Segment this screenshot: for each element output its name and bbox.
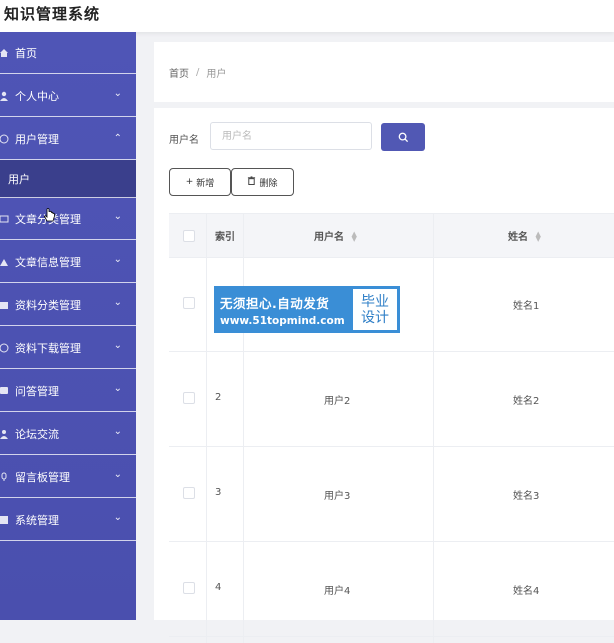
- breadcrumb-current: 用户: [206, 68, 227, 80]
- cell-index: 3: [215, 487, 222, 498]
- chevron-up-icon: ⌃: [113, 133, 122, 144]
- sidebar-item-label: 资料分类管理: [15, 298, 81, 312]
- chevron-down-icon: ⌄: [113, 254, 122, 265]
- cell-name: 姓名1: [513, 301, 540, 312]
- cell-index: 2: [215, 392, 222, 403]
- system-icon: [0, 514, 10, 526]
- breadcrumb: 首页 / 用户: [154, 42, 614, 102]
- search-input[interactable]: [210, 122, 372, 150]
- sidebar-item-label: 用户管理: [15, 132, 59, 146]
- sidebar-item-home[interactable]: 首页: [0, 32, 136, 74]
- cell-username: 用户2: [324, 396, 351, 407]
- sidebar-item-article-info[interactable]: 文章信息管理 ⌄: [0, 241, 136, 283]
- watermark-line2: www.51topmind.com: [220, 314, 345, 327]
- header-name-label: 姓名: [508, 232, 528, 243]
- article-info-icon: [0, 256, 10, 268]
- table-header: 索引 用户名 ▲ ▼ 姓名 ▲ ▼: [169, 213, 614, 258]
- chevron-down-icon: ⌄: [113, 88, 122, 99]
- select-all-checkbox[interactable]: [183, 230, 195, 242]
- header-username[interactable]: 用户名 ▲ ▼: [314, 228, 357, 244]
- message-board-icon: [0, 471, 10, 483]
- cell-name: 姓名2: [513, 396, 540, 407]
- table-row[interactable]: 2 用户2 姓名2: [169, 351, 614, 447]
- app-title: 知识管理系统: [4, 5, 101, 23]
- sidebar-item-label: 问答管理: [15, 384, 59, 398]
- trash-icon: [247, 176, 256, 188]
- download-icon: [0, 342, 10, 354]
- chevron-down-icon: ⌄: [113, 426, 122, 437]
- row-checkbox[interactable]: [183, 392, 195, 404]
- sidebar-item-article-category[interactable]: 文章分类管理 ⌄: [0, 198, 136, 240]
- search-button[interactable]: [381, 123, 425, 151]
- row-checkbox[interactable]: [183, 487, 195, 499]
- material-category-icon: [0, 299, 10, 311]
- cell-username: 用户3: [324, 491, 351, 502]
- qa-icon: [0, 385, 10, 397]
- header-name[interactable]: 姓名 ▲ ▼: [508, 228, 541, 244]
- top-bar: 知识管理系统: [0, 0, 614, 32]
- sidebar-item-forum[interactable]: 论坛交流 ⌄: [0, 413, 136, 455]
- watermark-badge: 毕业 设计: [353, 289, 397, 330]
- header-username-label: 用户名: [314, 232, 344, 243]
- sidebar-item-label: 个人中心: [15, 89, 59, 103]
- sidebar-item-label: 留言板管理: [15, 470, 70, 484]
- cell-name: 姓名4: [513, 586, 540, 597]
- row-checkbox[interactable]: [183, 582, 195, 594]
- sidebar-item-material-download[interactable]: 资料下载管理 ⌄: [0, 327, 136, 369]
- chevron-down-icon: ⌄: [113, 297, 122, 308]
- watermark-badge-bottom: 设计: [361, 309, 389, 326]
- breadcrumb-home[interactable]: 首页: [169, 65, 189, 80]
- user-manage-icon: [0, 133, 10, 145]
- article-category-icon: [0, 213, 10, 225]
- chevron-down-icon: ⌄: [113, 512, 122, 523]
- chevron-down-icon: ⌄: [113, 469, 122, 480]
- add-button-label: 新增: [196, 178, 215, 189]
- sidebar-item-label: 首页: [15, 46, 37, 60]
- sidebar-item-personal-center[interactable]: 个人中心 ⌄: [0, 75, 136, 117]
- header-index: 索引: [215, 232, 235, 243]
- cell-username: 用户4: [324, 586, 351, 597]
- forum-icon: [0, 428, 10, 440]
- search-label: 用户名: [169, 135, 199, 146]
- row-checkbox[interactable]: [183, 297, 195, 309]
- sort-icon[interactable]: ▲ ▼: [535, 231, 540, 243]
- sidebar-item-label: 文章信息管理: [15, 255, 81, 269]
- search-icon: [398, 128, 409, 147]
- user-icon: [0, 90, 10, 102]
- watermark-badge-top: 毕业: [361, 293, 389, 310]
- sidebar-item-label: 资料下载管理: [15, 341, 81, 355]
- delete-button[interactable]: 删除: [231, 168, 294, 196]
- add-button[interactable]: + 新增: [169, 168, 231, 196]
- watermark-banner: 无须担心.自动发货 www.51topmind.com 毕业 设计: [215, 287, 399, 332]
- chevron-down-icon: ⌄: [113, 340, 122, 351]
- content-card: 用户名 + 新增 删除 索引 用户名 ▲▼ 姓名 ▲▼: [154, 108, 614, 643]
- sidebar-item-system[interactable]: 系统管理 ⌄: [0, 499, 136, 541]
- sidebar-item-label: 系统管理: [15, 513, 59, 527]
- sidebar-item-message-board[interactable]: 留言板管理 ⌄: [0, 456, 136, 498]
- plus-icon: +: [185, 177, 194, 187]
- table-row[interactable]: 4 用户4 姓名4: [169, 541, 614, 637]
- watermark-line1: 无须担心.自动发货: [220, 295, 330, 311]
- sidebar-subitem-label: 用户: [8, 172, 30, 186]
- chevron-down-icon: ⌄: [113, 383, 122, 394]
- sidebar-item-qa[interactable]: 问答管理 ⌄: [0, 370, 136, 412]
- sidebar-item-label: 论坛交流: [15, 427, 59, 441]
- cell-name: 姓名3: [513, 491, 540, 502]
- sidebar: 首页 个人中心 ⌄ 用户管理 ⌃ 用户 文章分类管理 ⌄ 文章信息管理 ⌄ 资: [0, 32, 136, 620]
- table-row[interactable]: 3 用户3 姓名3: [169, 446, 614, 542]
- chevron-down-icon: ⌄: [113, 211, 122, 222]
- sort-icon[interactable]: ▲ ▼: [351, 231, 356, 243]
- sidebar-item-user-management[interactable]: 用户管理 ⌃: [0, 118, 136, 160]
- cell-index: 4: [215, 582, 222, 593]
- home-icon: [0, 47, 10, 59]
- sidebar-subitem-users[interactable]: 用户: [0, 160, 136, 198]
- breadcrumb-separator: /: [196, 66, 200, 78]
- delete-button-label: 删除: [259, 178, 278, 189]
- hand-cursor-icon: [44, 208, 56, 228]
- sidebar-item-material-category[interactable]: 资料分类管理 ⌄: [0, 284, 136, 326]
